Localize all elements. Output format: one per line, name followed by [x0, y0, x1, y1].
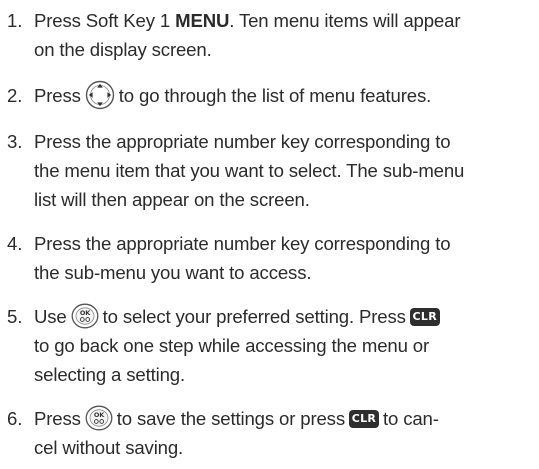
step-number: 5. — [7, 306, 23, 327]
step-text: Press — [34, 85, 81, 106]
step-line: Press to go through the list of menu fea… — [34, 80, 539, 110]
ok-key-icon: OK — [71, 303, 99, 329]
navigation-key-icon — [85, 80, 114, 109]
menu-label: MENU — [175, 10, 230, 31]
step-line: selecting a setting. — [34, 364, 186, 385]
step-text: Press Soft Key 1 — [34, 10, 176, 31]
step-4: 4. Press the appropriate number key corr… — [7, 229, 539, 287]
step-text: to go through the list of menu features. — [118, 85, 432, 106]
step-line: Press OK to save the settings or press CL… — [34, 404, 539, 433]
step-text: to can- — [382, 408, 439, 429]
step-line: Press the appropriate number key corresp… — [34, 131, 451, 152]
step-3: 3. Press the appropriate number key corr… — [7, 127, 539, 214]
step-number: 4. — [7, 233, 23, 254]
step-line: the sub-menu you want to access. — [34, 262, 312, 283]
step-line: Use OK to select your preferred setting.… — [34, 302, 539, 331]
ok-key-label: OK — [94, 411, 105, 419]
ok-key-icon: OK — [85, 405, 113, 431]
step-text: Press — [34, 408, 81, 429]
step-number: 1. — [7, 10, 23, 31]
step-text: to select your preferred setting. Press — [102, 306, 406, 327]
step-5: 5. Use OK to select your preferred setti… — [7, 302, 539, 389]
step-line: to go back one step while accessing the … — [34, 335, 430, 356]
step-text: . Ten menu items will appear — [229, 10, 461, 31]
step-line: the menu item that you want to select. T… — [34, 160, 465, 181]
step-line: Press Soft Key 1 MENU. Ten menu items wi… — [34, 6, 539, 35]
step-text: Use — [34, 306, 67, 327]
step-line: list will then appear on the screen. — [34, 189, 310, 210]
step-line: cel without saving. — [34, 437, 184, 458]
step-line: Press the appropriate number key corresp… — [34, 233, 451, 254]
step-1: 1. Press Soft Key 1 MENU. Ten menu items… — [7, 6, 539, 64]
step-line: on the display screen. — [34, 39, 212, 60]
step-number: 3. — [7, 131, 23, 152]
step-number: 6. — [7, 408, 23, 429]
step-6: 6. Press OK to save the settings or pres… — [7, 404, 539, 462]
instructions-page: 1. Press Soft Key 1 MENU. Ten menu items… — [0, 0, 539, 469]
step-number: 2. — [7, 85, 23, 106]
clr-key-icon: CLR — [409, 307, 440, 326]
step-2: 2. Press to go through the list of menu … — [7, 80, 539, 110]
clr-key-icon: CLR — [348, 409, 379, 428]
ok-key-label: OK — [79, 309, 90, 317]
step-text: to save the settings or press — [116, 408, 345, 429]
